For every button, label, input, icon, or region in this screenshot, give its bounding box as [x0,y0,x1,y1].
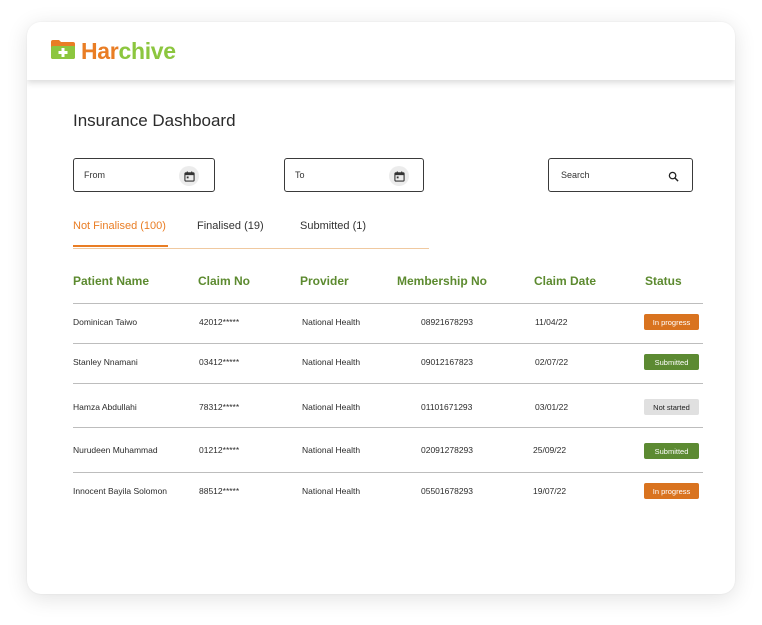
membership-no-cell: 02091278293 [421,445,474,455]
row-divider [73,427,703,428]
claim-date-cell: 19/07/22 [533,486,567,496]
status-badge: In progress [644,314,699,330]
tab-finalised[interactable]: Finalised (19) [197,220,264,232]
row-divider [73,383,703,384]
dashboard-card: Harchive Insurance Dashboard From To Sea… [27,22,735,594]
provider-cell: National Health [302,317,361,327]
patient-name-cell: Nurudeen Muhammad [73,445,158,455]
membership-no-cell: 09012167823 [421,357,474,367]
column-header-patient-name[interactable]: Patient Name [73,274,149,288]
claim-tabs: Not Finalised (100) Finalised (19) Submi… [73,218,429,249]
logo-wordmark: Harchive [81,40,176,63]
row-divider [73,343,703,344]
calendar-icon[interactable] [389,166,409,186]
provider-cell: National Health [302,402,361,412]
membership-no-cell: 08921678293 [421,317,474,327]
search-input[interactable]: Search [548,158,693,192]
calendar-icon[interactable] [179,166,199,186]
row-divider [73,472,703,473]
row-divider [73,303,703,304]
from-date-field[interactable]: From [73,158,215,192]
claim-no-cell: 42012***** [199,317,240,327]
column-header-membership-no[interactable]: Membership No [397,274,487,288]
claim-no-cell: 78312***** [199,402,240,412]
provider-cell: National Health [302,357,361,367]
patient-name-cell: Hamza Abdullahi [73,402,137,412]
tab-not-finalised[interactable]: Not Finalised (100) [73,220,166,232]
membership-no-cell: 01101671293 [421,402,473,412]
column-header-claim-date[interactable]: Claim Date [534,274,596,288]
top-bar: Harchive [27,22,735,80]
tab-submitted[interactable]: Submitted (1) [300,220,366,232]
status-badge: Submitted [644,443,699,459]
column-header-claim-no[interactable]: Claim No [198,274,250,288]
claim-no-cell: 88512***** [199,486,240,496]
claim-date-cell: 11/04/22 [535,317,568,327]
claim-no-cell: 03412***** [199,357,240,367]
claim-date-cell: 25/09/22 [533,445,567,455]
harchive-logo[interactable]: Harchive [50,38,176,65]
claim-date-cell: 02/07/22 [535,357,569,367]
membership-no-cell: 05501678293 [421,486,474,496]
to-date-field[interactable]: To [284,158,424,192]
status-badge: Submitted [644,354,699,370]
column-header-status[interactable]: Status [645,274,682,288]
status-badge: Not started [644,399,699,415]
search-label: Search [561,170,590,180]
logo-part-chive: chive [118,38,176,64]
folder-plus-icon [50,38,76,65]
active-tab-indicator [73,245,168,247]
claim-date-cell: 03/01/22 [535,402,569,412]
patient-name-cell: Dominican Taiwo [73,317,138,327]
search-icon[interactable] [663,166,683,186]
patient-name-cell: Stanley Nnamani [73,357,138,367]
status-badge: In progress [644,483,699,499]
logo-part-har: Har [81,38,119,64]
from-label: From [84,170,105,180]
provider-cell: National Health [302,445,361,455]
to-label: To [295,170,305,180]
page-title: Insurance Dashboard [73,111,236,130]
provider-cell: National Health [302,486,361,496]
column-header-provider[interactable]: Provider [300,274,349,288]
claim-no-cell: 01212***** [199,445,240,455]
patient-name-cell: Innocent Bayila Solomon [73,486,168,496]
